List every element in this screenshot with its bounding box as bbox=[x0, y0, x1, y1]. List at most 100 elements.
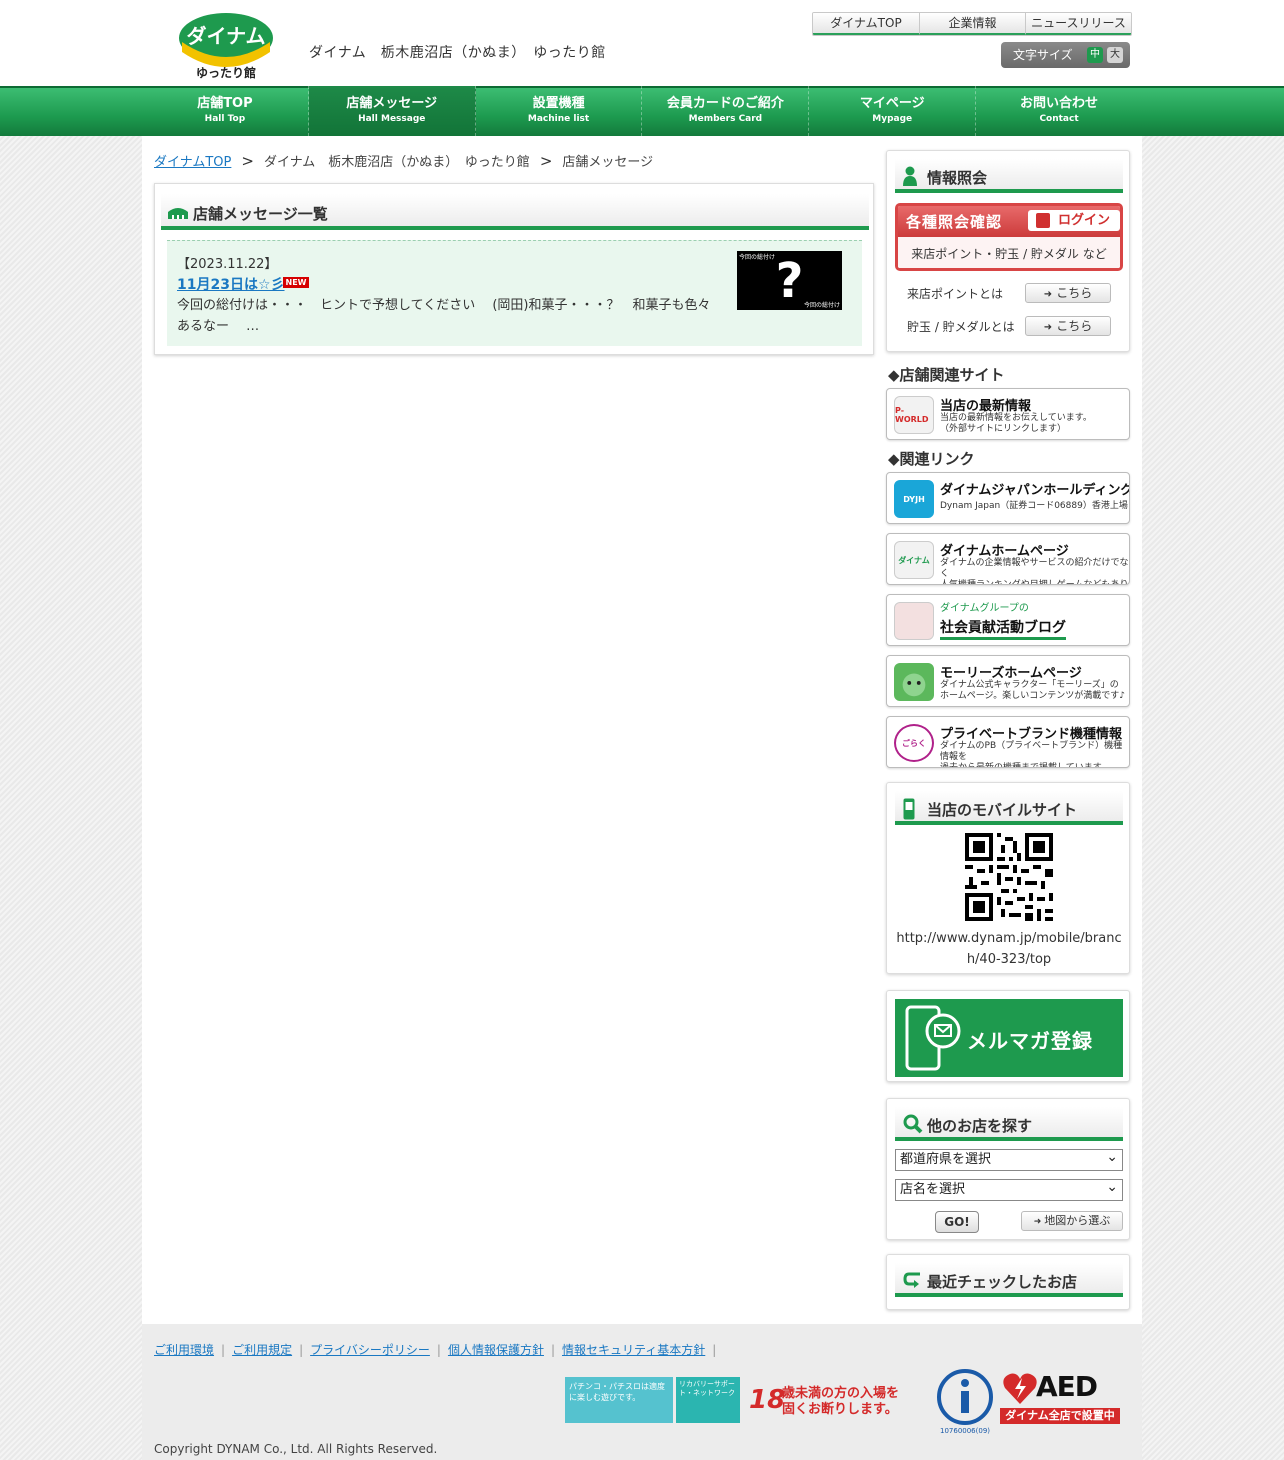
nav-label: 店舗TOP bbox=[197, 96, 253, 111]
footer-link-personal-info[interactable]: 個人情報保護方針 bbox=[448, 1343, 544, 1357]
login-card-top: 各種照会確認 ログイン bbox=[898, 206, 1120, 237]
message-list-title: 店舗メッセージ一覧 bbox=[193, 205, 328, 223]
banner-desc: ダイナムグループの bbox=[940, 603, 1029, 614]
banner-title: 社会貢献活動ブログ bbox=[940, 617, 1066, 640]
corporate-nav: ダイナムTOP 企業情報 ニュースリリース bbox=[812, 12, 1132, 36]
aed-notice: AED ダイナム全店で設置中 bbox=[1000, 1368, 1120, 1426]
footer-divider: | bbox=[550, 1343, 555, 1357]
age-limit-number: 18 bbox=[749, 1385, 786, 1415]
shop-name-select[interactable]: 店名を選択 bbox=[895, 1177, 1123, 1201]
svg-text:10760006(09): 10760006(09) bbox=[940, 1427, 990, 1435]
recent-shops-header: 最近チェックしたお店 bbox=[895, 1263, 1123, 1297]
login-card[interactable]: 各種照会確認 ログイン 来店ポイント・貯玉 / 貯メダル など bbox=[895, 203, 1123, 271]
mobile-site-url[interactable]: http://www.dynam.jp/mobile/branch/40-323… bbox=[895, 928, 1123, 970]
message-thumbnail[interactable]: 今回の総付け ? 今回の総付け bbox=[737, 251, 842, 310]
nav-members-card[interactable]: 会員カードのご紹介 Members Card bbox=[642, 86, 810, 136]
banner-title: ダイナムホームページ bbox=[940, 544, 1069, 559]
nav-machine-list[interactable]: 設置機種 Machine list bbox=[476, 86, 643, 136]
search-icon bbox=[903, 1114, 923, 1134]
banner-desc: 当店の最新情報をお伝えしています。 （外部サイトにリンクします） bbox=[940, 413, 1092, 434]
privacy-mark-icon[interactable]: 10760006(09) bbox=[935, 1367, 995, 1435]
prefecture-select[interactable]: 都道府県を選択 bbox=[895, 1147, 1123, 1171]
company-info-link[interactable]: 企業情報 bbox=[919, 13, 1025, 35]
related-sites-heading: ◆店舗関連サイト bbox=[888, 366, 1005, 384]
font-size-medium-button[interactable]: 中 bbox=[1087, 47, 1103, 63]
csr-blog-banner[interactable]: ダイナムグループの 社会貢献活動ブログ bbox=[886, 594, 1130, 646]
dyjh-banner[interactable]: DYJH ダイナムジャパンホールディングス Dynam Japan（証券コード0… bbox=[886, 472, 1130, 524]
qr-code bbox=[965, 833, 1053, 921]
mailmag-register-banner[interactable]: メルマガ登録 bbox=[895, 999, 1123, 1077]
footer-link-terms[interactable]: ご利用規定 bbox=[232, 1343, 292, 1357]
footer-links: ご利用環境 | ご利用規定 | プライバシーポリシー | 個人情報保護方針 | 情報セキュリティ… bbox=[154, 1341, 723, 1358]
site-header: ダイナム ゆったり館 ダイナム 栃木鹿沼店（かぬま） ゆったり館 ダイナムTOP… bbox=[0, 0, 1284, 86]
nav-hall-top[interactable]: 店舗TOP Hall Top bbox=[142, 86, 309, 136]
shop-title: ダイナム 栃木鹿沼店（かぬま） ゆったり館 bbox=[309, 45, 606, 61]
breadcrumb-separator: > bbox=[539, 152, 553, 170]
login-button[interactable]: ログイン bbox=[1028, 210, 1120, 231]
nav-label: 店舗メッセージ bbox=[346, 96, 438, 111]
goraku-icon: ごらく bbox=[894, 724, 934, 762]
molleys-banner[interactable]: モーリーズホームページ ダイナム公式キャラクター「モーリーズ」の ホームページ。… bbox=[886, 655, 1130, 707]
footer-divider: | bbox=[712, 1343, 717, 1357]
go-button[interactable]: GO! bbox=[935, 1211, 979, 1233]
banner-desc: ダイナムの企業情報やサービスの紹介だけでなく 人気機種ランキングや目押しゲームな… bbox=[940, 558, 1129, 585]
banner-title: モーリーズホームページ bbox=[940, 666, 1082, 681]
news-release-link[interactable]: ニュースリリース bbox=[1025, 13, 1131, 35]
breadcrumb: ダイナムTOP > ダイナム 栃木鹿沼店（かぬま） ゆったり館 > 店舗メッセージ bbox=[154, 151, 653, 170]
mailmag-label: メルマガ登録 bbox=[967, 1029, 1093, 1053]
login-card-title: 各種照会確認 bbox=[906, 213, 1003, 231]
aed-heart-icon bbox=[1003, 1373, 1037, 1404]
banner-title: プライベートブランド機種情報 bbox=[940, 727, 1123, 742]
mobile-phone-icon bbox=[903, 798, 915, 820]
breadcrumb-shop: ダイナム 栃木鹿沼店（かぬま） ゆったり館 bbox=[263, 155, 530, 170]
font-size-control: 文字サイズ 中 大 bbox=[1001, 42, 1130, 68]
footer-link-security-policy[interactable]: 情報セキュリティ基本方針 bbox=[562, 1343, 705, 1357]
banner-title: 当店の最新情報 bbox=[940, 399, 1032, 414]
nav-label: マイページ bbox=[859, 96, 925, 111]
new-badge: NEW bbox=[283, 277, 309, 288]
font-size-large-button[interactable]: 大 bbox=[1107, 47, 1123, 63]
nav-sublabel: Hall Message bbox=[358, 114, 426, 124]
breadcrumb-home-link[interactable]: ダイナムTOP bbox=[154, 155, 231, 170]
visit-point-more-button[interactable]: こちら bbox=[1025, 283, 1111, 303]
mobile-site-title: 当店のモバイルサイト bbox=[927, 801, 1078, 819]
message-excerpt: 今回の総付けは・・・ ヒントで予想してください (岡田)和菓子・・・？ 和菓子も… bbox=[177, 298, 711, 334]
savings-label: 貯玉 / 貯メダルとは bbox=[907, 320, 1015, 334]
banner-desc: ダイナム公式キャラクター「モーリーズ」の ホームページ。楽しいコンテンツが満載で… bbox=[940, 680, 1126, 701]
footer-divider: | bbox=[436, 1343, 441, 1357]
global-nav: 店舗TOP Hall Top 店舗メッセージ Hall Message 設置機種 Ma… bbox=[142, 86, 1142, 136]
recent-shops-title: 最近チェックしたお店 bbox=[927, 1273, 1078, 1291]
choose-from-map-button[interactable]: 地図から選ぶ bbox=[1021, 1211, 1123, 1231]
nav-label: お問い合わせ bbox=[1020, 96, 1099, 111]
dyjh-icon: DYJH bbox=[894, 480, 934, 518]
person-icon bbox=[903, 166, 917, 186]
svg-text:ダイナム: ダイナム bbox=[187, 24, 266, 48]
login-card-sub: 来店ポイント・貯玉 / 貯メダル など bbox=[898, 237, 1120, 268]
dynam-homepage-banner[interactable]: ダイナム ダイナムホームページ ダイナムの企業情報やサービスの紹介だけでなく 人… bbox=[886, 533, 1130, 585]
age-limit-notice: 歳未満の方の入場を 固くお断りします。 bbox=[782, 1386, 900, 1417]
pworld-banner[interactable]: P-WORLD 当店の最新情報 当店の最新情報をお伝えしています。 （外部サイト… bbox=[886, 388, 1130, 440]
nav-hall-message[interactable]: 店舗メッセージ Hall Message bbox=[308, 86, 476, 136]
info-inquiry-header: 情報照会 bbox=[895, 159, 1123, 193]
footer-link-privacy-policy[interactable]: プライバシーポリシー bbox=[310, 1343, 430, 1357]
visit-point-label: 来店ポイントとは bbox=[907, 287, 1004, 301]
responsible-play-banner[interactable]: パチンコ・パチスロは適度に楽しむ遊びです。 bbox=[565, 1377, 673, 1423]
shop-search-header: 他のお店を探す bbox=[895, 1107, 1123, 1141]
nav-sublabel: Members Card bbox=[688, 114, 763, 124]
recent-shops-box: 最近チェックしたお店 bbox=[886, 1254, 1130, 1310]
pworld-icon: P-WORLD bbox=[894, 396, 934, 434]
recovery-support-banner[interactable]: リカバリーサポート・ネットワーク bbox=[676, 1377, 740, 1423]
nav-label: 設置機種 bbox=[532, 96, 585, 111]
dynam-logo[interactable]: ダイナム ゆったり館 bbox=[178, 12, 274, 80]
private-brand-banner[interactable]: ごらく プライベートブランド機種情報 ダイナムのPB（プライベートブランド）機種… bbox=[886, 716, 1130, 768]
message-title-link[interactable]: 11月23日は☆彡 bbox=[177, 274, 285, 294]
breadcrumb-current: 店舗メッセージ bbox=[562, 155, 654, 170]
nav-mypage[interactable]: マイページ Mypage bbox=[809, 86, 977, 136]
savings-more-button[interactable]: こちら bbox=[1025, 316, 1111, 336]
svg-text:ゆったり館: ゆったり館 bbox=[196, 65, 256, 80]
shop-search-title: 他のお店を探す bbox=[927, 1117, 1033, 1135]
dynam-top-link[interactable]: ダイナムTOP bbox=[813, 13, 919, 35]
nav-contact[interactable]: お問い合わせ Contact bbox=[976, 86, 1142, 136]
login-label: ログイン bbox=[1058, 213, 1111, 228]
footer-link-environment[interactable]: ご利用環境 bbox=[154, 1343, 214, 1357]
